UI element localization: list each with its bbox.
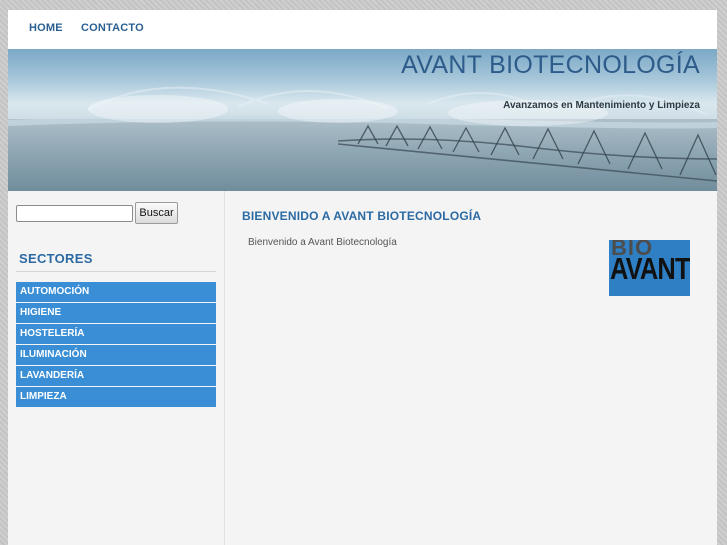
sidebar-divider — [16, 271, 216, 272]
site-title[interactable]: AVANT BIOTECNOLOGÍA — [401, 51, 700, 80]
sidebar-item-lavanderia[interactable]: LAVANDERÍA — [16, 366, 216, 386]
search-button[interactable]: Buscar — [135, 202, 178, 224]
sidebar: Buscar SECTORES AUTOMOCIÓN HIGIENE HOSTE… — [8, 191, 225, 545]
sidebar-item-hosteleria[interactable]: HOSTELERÍA — [16, 324, 216, 344]
sidebar-item-higiene[interactable]: HIGIENE — [16, 303, 216, 323]
header-banner: AVANT BIOTECNOLOGÍA Avanzamos en Manteni… — [8, 49, 717, 191]
logo-avant-text: AVANT — [610, 251, 690, 286]
sidebar-item-automocion[interactable]: AUTOMOCIÓN — [16, 282, 216, 302]
nav-home-link[interactable]: HOME — [29, 22, 63, 34]
top-navigation: HOME CONTACTO — [8, 10, 717, 50]
sidebar-item-iluminacion[interactable]: ILUMINACIÓN — [16, 345, 216, 365]
site-tagline: Avanzamos en Mantenimiento y Limpieza — [503, 100, 700, 111]
avant-bio-logo: BIO AVANT — [609, 240, 690, 296]
welcome-text: Bienvenido a Avant Biotecnología — [248, 237, 397, 248]
sidebar-title: SECTORES — [19, 251, 93, 266]
nav-contacto-link[interactable]: CONTACTO — [81, 22, 144, 34]
search-input[interactable] — [16, 205, 133, 222]
main-content: BIENVENIDO A AVANT BIOTECNOLOGÍA Bienven… — [242, 191, 712, 545]
page-title: BIENVENIDO A AVANT BIOTECNOLOGÍA — [242, 209, 482, 223]
sectores-menu: AUTOMOCIÓN HIGIENE HOSTELERÍA ILUMINACIÓ… — [16, 282, 216, 408]
sidebar-item-limpieza[interactable]: LIMPIEZA — [16, 387, 216, 407]
page: HOME CONTACTO AVANT BIOTECNOLOGÍA Avanza… — [8, 10, 717, 545]
